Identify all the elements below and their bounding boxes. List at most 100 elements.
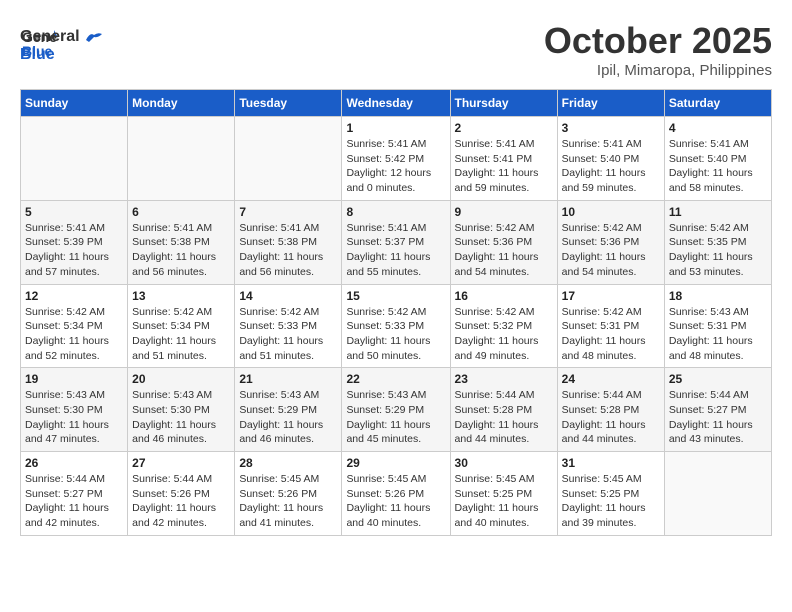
day-info-line: Daylight: 11 hours (562, 418, 660, 433)
day-info-line: Daylight: 11 hours (132, 250, 230, 265)
day-info-line: Sunset: 5:28 PM (455, 403, 553, 418)
calendar-day-30: 30Sunrise: 5:45 AMSunset: 5:25 PMDayligh… (450, 452, 557, 536)
day-number: 13 (132, 289, 230, 303)
day-number: 18 (669, 289, 767, 303)
day-info-line: Sunset: 5:27 PM (25, 487, 123, 502)
day-number: 26 (25, 456, 123, 470)
day-info-line: Daylight: 11 hours (132, 418, 230, 433)
day-info-line: and 59 minutes. (455, 181, 553, 196)
day-info-line: Sunrise: 5:44 AM (132, 472, 230, 487)
day-info-line: and 51 minutes. (132, 349, 230, 364)
calendar-day-14: 14Sunrise: 5:42 AMSunset: 5:33 PMDayligh… (235, 284, 342, 368)
day-info-line: Daylight: 11 hours (455, 166, 553, 181)
day-info-line: and 39 minutes. (562, 516, 660, 531)
day-info-line: and 44 minutes. (455, 432, 553, 447)
day-info-line: Daylight: 11 hours (455, 250, 553, 265)
day-info-line: Sunset: 5:30 PM (25, 403, 123, 418)
weekday-header-row: SundayMondayTuesdayWednesdayThursdayFrid… (21, 90, 772, 117)
day-number: 3 (562, 121, 660, 135)
weekday-header-saturday: Saturday (664, 90, 771, 117)
day-number: 15 (346, 289, 445, 303)
calendar-day-10: 10Sunrise: 5:42 AMSunset: 5:36 PMDayligh… (557, 200, 664, 284)
day-info-line: Sunrise: 5:45 AM (455, 472, 553, 487)
day-info-line: Sunrise: 5:45 AM (346, 472, 445, 487)
day-info-line: Sunset: 5:27 PM (669, 403, 767, 418)
day-info-line: Sunset: 5:36 PM (562, 235, 660, 250)
day-info-line: Daylight: 11 hours (25, 418, 123, 433)
day-info-line: and 49 minutes. (455, 349, 553, 364)
day-info-line: Sunset: 5:40 PM (562, 152, 660, 167)
day-info-line: and 57 minutes. (25, 265, 123, 280)
day-info-line: Sunrise: 5:42 AM (455, 305, 553, 320)
day-info-line: Sunrise: 5:41 AM (669, 137, 767, 152)
day-info-line: and 46 minutes. (239, 432, 337, 447)
day-info-line: Sunrise: 5:41 AM (132, 221, 230, 236)
day-info-line: Daylight: 11 hours (25, 501, 123, 516)
calendar-day-4: 4Sunrise: 5:41 AMSunset: 5:40 PMDaylight… (664, 117, 771, 201)
day-info-line: Sunset: 5:41 PM (455, 152, 553, 167)
day-number: 11 (669, 205, 767, 219)
day-info-line: Daylight: 11 hours (239, 418, 337, 433)
day-info-line: Sunset: 5:31 PM (669, 319, 767, 334)
day-info-line: Daylight: 12 hours (346, 166, 445, 181)
day-info-line: Sunset: 5:28 PM (562, 403, 660, 418)
day-info-line: and 51 minutes. (239, 349, 337, 364)
page-header: General Blue General Blue October 2025 I… (20, 20, 772, 79)
calendar-table: SundayMondayTuesdayWednesdayThursdayFrid… (20, 89, 772, 536)
day-info-line: Sunset: 5:34 PM (132, 319, 230, 334)
day-info-line: and 54 minutes. (455, 265, 553, 280)
calendar-day-13: 13Sunrise: 5:42 AMSunset: 5:34 PMDayligh… (128, 284, 235, 368)
day-info-line: Sunrise: 5:42 AM (25, 305, 123, 320)
day-info-line: Sunrise: 5:42 AM (346, 305, 445, 320)
day-number: 5 (25, 205, 123, 219)
day-info-line: Sunset: 5:26 PM (346, 487, 445, 502)
day-info-line: Sunset: 5:38 PM (239, 235, 337, 250)
day-number: 9 (455, 205, 553, 219)
day-info-line: Sunset: 5:25 PM (455, 487, 553, 502)
weekday-header-thursday: Thursday (450, 90, 557, 117)
day-info-line: Sunrise: 5:42 AM (132, 305, 230, 320)
day-info-line: Sunrise: 5:45 AM (562, 472, 660, 487)
day-info-line: Sunset: 5:25 PM (562, 487, 660, 502)
day-info-line: Sunrise: 5:43 AM (239, 388, 337, 403)
day-number: 28 (239, 456, 337, 470)
day-info-line: Daylight: 11 hours (239, 334, 337, 349)
day-info-line: Daylight: 11 hours (239, 250, 337, 265)
calendar-day-2: 2Sunrise: 5:41 AMSunset: 5:41 PMDaylight… (450, 117, 557, 201)
day-number: 8 (346, 205, 445, 219)
day-info-line: Daylight: 11 hours (346, 418, 445, 433)
day-number: 25 (669, 372, 767, 386)
day-info-line: Sunrise: 5:41 AM (562, 137, 660, 152)
day-info-line: Sunset: 5:33 PM (239, 319, 337, 334)
weekday-header-tuesday: Tuesday (235, 90, 342, 117)
location: Ipil, Mimaropa, Philippines (544, 62, 772, 79)
day-info-line: Daylight: 11 hours (562, 501, 660, 516)
calendar-empty-cell (128, 117, 235, 201)
weekday-header-monday: Monday (128, 90, 235, 117)
day-info-line: Daylight: 11 hours (346, 501, 445, 516)
day-number: 6 (132, 205, 230, 219)
day-info-line: Sunrise: 5:41 AM (239, 221, 337, 236)
weekday-header-friday: Friday (557, 90, 664, 117)
day-info-line: Sunset: 5:30 PM (132, 403, 230, 418)
logo-general: General (20, 28, 80, 45)
day-info-line: and 54 minutes. (562, 265, 660, 280)
calendar-empty-cell (21, 117, 128, 201)
day-number: 4 (669, 121, 767, 135)
day-info-line: Sunset: 5:32 PM (455, 319, 553, 334)
day-info-line: Sunrise: 5:42 AM (455, 221, 553, 236)
day-info-line: Sunrise: 5:45 AM (239, 472, 337, 487)
day-info-line: Sunrise: 5:43 AM (132, 388, 230, 403)
day-info-line: Sunrise: 5:43 AM (669, 305, 767, 320)
day-info-line: Sunrise: 5:41 AM (346, 221, 445, 236)
day-info-line: Sunset: 5:29 PM (346, 403, 445, 418)
day-info-line: and 43 minutes. (669, 432, 767, 447)
day-info-line: Sunrise: 5:44 AM (25, 472, 123, 487)
calendar-day-11: 11Sunrise: 5:42 AMSunset: 5:35 PMDayligh… (664, 200, 771, 284)
day-info-line: and 46 minutes. (132, 432, 230, 447)
calendar-day-12: 12Sunrise: 5:42 AMSunset: 5:34 PMDayligh… (21, 284, 128, 368)
calendar-day-3: 3Sunrise: 5:41 AMSunset: 5:40 PMDaylight… (557, 117, 664, 201)
calendar-day-1: 1Sunrise: 5:41 AMSunset: 5:42 PMDaylight… (342, 117, 450, 201)
day-number: 12 (25, 289, 123, 303)
day-info-line: and 47 minutes. (25, 432, 123, 447)
